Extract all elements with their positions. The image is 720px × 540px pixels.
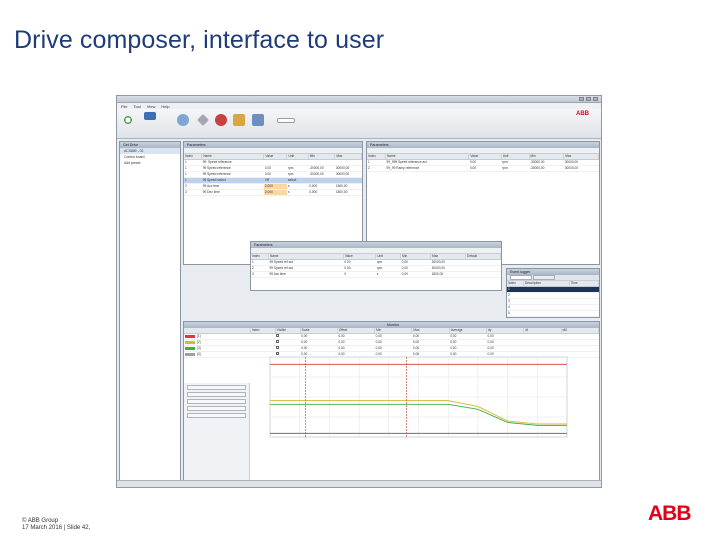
abb-logo: ABB <box>648 502 691 525</box>
drive-composer-window: File Tool View Help ABB Get Drive ACS880… <box>116 95 602 488</box>
monitor-control-3[interactable] <box>187 399 246 404</box>
parameters-middle-cell-unit: s <box>375 271 401 278</box>
backup-icon[interactable] <box>233 114 245 126</box>
monitor-control-4[interactable] <box>187 406 246 411</box>
event-tab-2[interactable] <box>532 275 555 280</box>
footer-line-2: 17 March 2016 | Slide 42, <box>22 525 91 531</box>
parameters-middle-cell-min: 0,00 <box>400 271 431 278</box>
menu-file[interactable]: File <box>121 104 127 109</box>
parameters-left-cell-value: 2,000 <box>263 189 287 196</box>
checkbox-icon[interactable] <box>276 346 280 349</box>
parameters-middle-table: Index Name Value Unit Min Max Default 1 99 Spee… <box>251 254 501 278</box>
parameters-panel-middle: Parameters Index Name Value Unit Min Max Defau… <box>250 241 502 291</box>
window-controls <box>579 97 598 101</box>
maximize-icon[interactable] <box>586 97 591 101</box>
event-logger-panel: Event logger Index Description Time 12345 <box>506 268 600 318</box>
parameters-right-table: Index Name Value Unit Min Max 1 99_999 Speed r… <box>367 154 599 172</box>
parameters-middle-cell-name: 99 Acc time <box>268 271 344 278</box>
parameters-right-cell-value: 0.00 <box>468 165 502 172</box>
event-logger-row[interactable]: 5 <box>507 310 599 317</box>
close-icon[interactable] <box>593 97 598 101</box>
fault-icon[interactable] <box>215 114 227 126</box>
app-title-bar <box>117 96 601 103</box>
event-logger-cell-desc <box>523 310 570 317</box>
footer-line-1: © ABB Group <box>22 518 59 524</box>
parameters-right-cell-min: -30000,00 <box>529 165 564 172</box>
minimize-icon[interactable] <box>579 97 584 101</box>
series-color-swatch <box>185 352 195 356</box>
drive-list-item[interactable]: Add preset <box>120 160 180 166</box>
parameters-right-cell-max: 30000,00 <box>563 165 599 172</box>
parameters-left-row[interactable]: 3 99 Dec time 2,000 s 0,000 1800,00 <box>184 189 362 196</box>
parameters-middle-cell-index: 3 <box>251 271 269 278</box>
parameters-right-cell-name: 99_99 Ramp reference <box>385 165 469 172</box>
parameters-right-cell-index: 2 <box>367 165 386 172</box>
parameters-middle-cell-max: 1800,00 <box>430 271 466 278</box>
checkbox-icon[interactable] <box>276 334 280 337</box>
event-logger-table: Index Description Time 12345 <box>507 281 599 317</box>
monitor-control-1[interactable] <box>187 385 246 390</box>
monitor-chart[interactable] <box>252 351 597 447</box>
connect-icon[interactable] <box>122 114 134 126</box>
monitor-panel: Monitor Index Visible Scale Offset Min Max Ave… <box>183 321 600 482</box>
parameters-right-row[interactable]: 2 99_99 Ramp reference 0.00 rpm -30000,00 300… <box>367 165 599 172</box>
status-bar <box>117 480 601 487</box>
parameters-middle-cell-value: 0 <box>343 271 376 278</box>
menu-tool[interactable]: Tool <box>133 104 140 109</box>
monitor-control-2[interactable] <box>187 392 246 397</box>
event-tab-1[interactable] <box>510 275 532 280</box>
parameters-middle-row[interactable]: 3 99 Acc time 0 s 0,00 1800,00 <box>251 271 501 278</box>
node-selector[interactable] <box>277 118 295 123</box>
event-logger-cell-time <box>569 310 599 317</box>
checkbox-icon[interactable] <box>276 340 280 343</box>
parameters-left-cell-name: 99 Dec time <box>201 189 264 196</box>
parameters-left-cell-index: 3 <box>184 189 202 196</box>
series-color-swatch <box>185 346 195 350</box>
settings-icon[interactable] <box>197 114 209 126</box>
parameters-left-table: Index Name Value Unit Min Max 1 99. Speed refe… <box>184 154 362 196</box>
monitor-series-name: [3] <box>197 346 201 350</box>
parameters-icon[interactable] <box>177 114 189 126</box>
ribbon-abb-logo: ABB <box>576 111 589 117</box>
menu-view[interactable]: View <box>147 104 156 109</box>
menu-help[interactable]: Help <box>161 104 169 109</box>
monitor-side-controls <box>184 383 250 481</box>
monitor-series-name: [4] <box>197 352 201 356</box>
parameters-left-cell-unit: s <box>286 189 309 196</box>
local-control-icon[interactable] <box>144 112 156 120</box>
slide-title: Drive composer, interface to user <box>14 26 385 54</box>
parameters-right-cell-unit: rpm <box>501 165 530 172</box>
parameters-middle-cell-def <box>465 271 501 278</box>
restore-icon[interactable] <box>252 114 264 126</box>
event-logger-cell-index: 5 <box>507 310 524 317</box>
series-color-swatch <box>185 340 195 344</box>
monitor-control-5[interactable] <box>187 413 246 418</box>
footer-copyright: © ABB Group 17 March 2016 | Slide 42, <box>22 518 90 532</box>
series-color-swatch <box>185 334 195 338</box>
parameters-left-cell-max: 1800,00 <box>334 189 362 196</box>
drive-list-panel: Get Drive ACS880 - 02 Control board Add pr… <box>119 141 181 482</box>
monitor-cell-name: [4] <box>184 351 251 358</box>
ribbon-toolbar: ABB <box>117 109 601 139</box>
monitor-series-name: [2] <box>197 340 201 344</box>
monitor-series-name: [1] <box>197 334 201 338</box>
parameters-left-cell-min: 0,000 <box>308 189 335 196</box>
